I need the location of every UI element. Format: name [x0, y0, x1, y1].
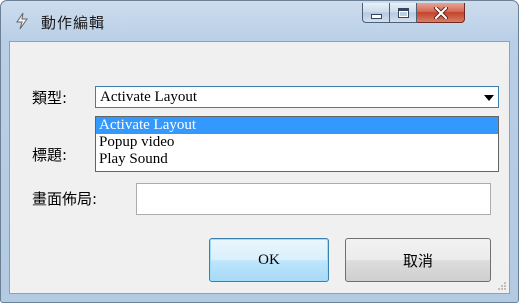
resize-grip-icon[interactable]	[497, 281, 507, 291]
title-label: 標題:	[32, 146, 68, 164]
type-dropdown-list: Activate Layout Popup video Play Sound	[95, 116, 499, 172]
close-icon	[433, 6, 448, 19]
chevron-down-icon[interactable]	[484, 95, 494, 101]
dialog-client-area: 類型: Activate Layout 標題: 畫面佈局: OK 取消 Acti…	[9, 41, 510, 294]
minimize-icon	[370, 13, 382, 19]
layout-input[interactable]	[136, 183, 491, 215]
type-dropdown[interactable]: Activate Layout	[95, 86, 499, 108]
layout-label: 畫面佈局:	[32, 190, 98, 208]
caption-buttons	[362, 3, 465, 25]
maximize-icon	[397, 7, 409, 18]
title-bar[interactable]: 動作編輯	[1, 1, 518, 41]
ok-button[interactable]: OK	[209, 238, 329, 282]
minimize-button[interactable]	[362, 3, 390, 23]
window-title: 動作編輯	[41, 14, 106, 32]
app-icon	[13, 11, 31, 31]
dropdown-option[interactable]: Activate Layout	[96, 117, 498, 134]
type-label: 類型:	[32, 89, 68, 107]
close-button[interactable]	[417, 3, 465, 23]
cancel-button[interactable]: 取消	[345, 238, 491, 282]
dropdown-option[interactable]: Popup video	[96, 134, 498, 151]
dropdown-option[interactable]: Play Sound	[96, 151, 498, 168]
type-dropdown-value: Activate Layout	[100, 89, 198, 105]
maximize-button[interactable]	[390, 3, 417, 23]
dialog-window: 動作編輯 類型: Activate Layout 標題: 畫面佈局: OK 取消…	[0, 0, 519, 303]
